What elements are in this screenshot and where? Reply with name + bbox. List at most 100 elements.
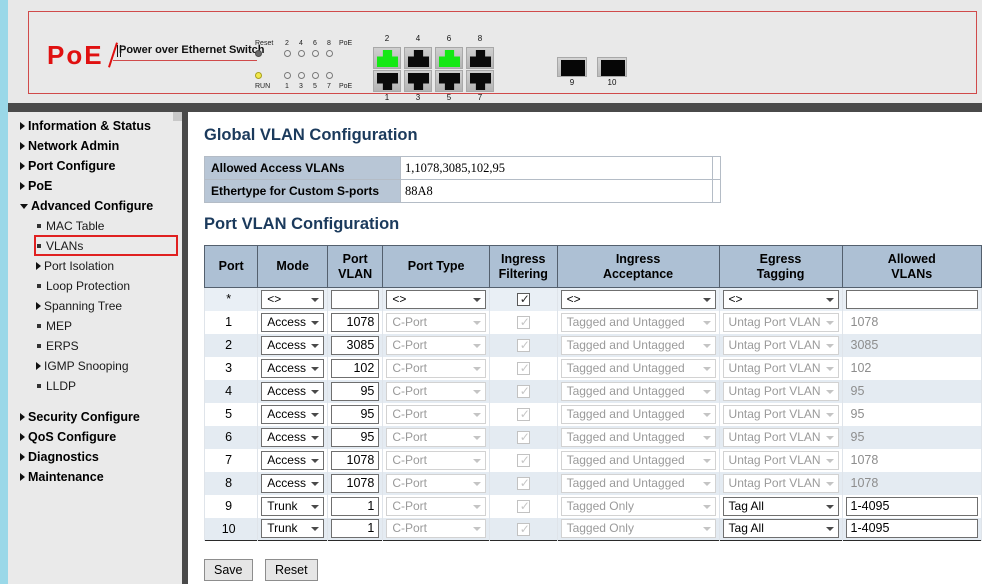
allowed-vlans-input: 95 [850,406,865,421]
allowed-vlans-input[interactable]: 1-4095 [845,496,978,516]
table-row: 4 Access 95 C-Port ✓ Tagged and Untagged Untag… [203,379,982,403]
col-header-port-vlan-line1: Port [342,251,368,266]
port-vlan-input[interactable]: 1 [331,519,380,539]
mode-select[interactable]: Access [261,381,324,401]
label-ethertype-custom-sports: Ethertype for Custom S-ports [204,179,401,203]
chevron-down-icon [311,297,319,302]
led-label-poe-top: PoE [339,40,353,47]
port-vlan-input[interactable]: 1 [331,496,380,516]
sidebar-item-advanced-configure[interactable]: Advanced Configure [8,196,182,216]
ingress-acceptance-select[interactable]: <> [560,289,716,309]
ingress-acceptance-select-value: Tagged Only [566,498,634,513]
chevron-right-icon [36,362,41,370]
port-vlan-input[interactable]: 102 [331,358,380,378]
col-header-ingress-filtering: Ingress Filtering [488,245,558,288]
led-label-bottom-3: 3 [299,83,303,90]
allowed-vlans-input[interactable] [845,289,978,309]
sidebar-item-port-configure[interactable]: Port Configure [8,156,182,176]
sidebar-item-lldp[interactable]: LLDP [8,376,182,396]
sidebar-item-vlans[interactable]: VLANs [8,236,182,256]
col-header-allowed-vlans-line2: VLANs [891,266,933,281]
ethertype-custom-sports-input[interactable] [401,180,712,202]
egress-tagging-select[interactable]: Tag All [722,519,839,539]
led-port-1 [284,72,291,79]
chevron-down-icon [472,297,481,302]
sidebar-item-label: PoE [28,179,53,193]
allowed-access-vlans-input[interactable] [401,157,712,179]
sidebar-item-network-admin[interactable]: Network Admin [8,136,182,156]
col-header-allowed-vlans: Allowed VLANs [841,245,982,288]
chevron-down-icon [311,366,319,371]
chevron-down-icon [702,389,711,394]
sidebar-item-diagnostics[interactable]: Diagnostics [8,447,182,467]
sidebar-item-maintenance[interactable]: Maintenance [8,467,182,487]
poe-tagline-underline [113,60,257,61]
port-vlan-input[interactable] [331,289,380,309]
save-button[interactable]: Save [204,559,253,581]
sidebar-item-spanning-tree[interactable]: Spanning Tree [8,296,182,316]
mode-select[interactable]: Access [261,335,324,355]
egress-tagging-select[interactable]: <> [722,289,839,309]
uplink-hole-icon [601,60,625,76]
port-number-7: 7 [477,93,483,102]
sidebar-item-qos-configure[interactable]: QoS Configure [8,427,182,447]
mode-select[interactable]: Access [261,427,324,447]
ingress-acceptance-select: Tagged and Untagged [560,312,716,332]
mode-select[interactable]: Access [261,473,324,493]
reset-button-led [255,50,262,57]
mode-select[interactable]: Trunk [261,519,324,539]
ingress-filtering-checkbox: ✓ [516,408,530,422]
port-vlan-input[interactable]: 3085 [331,335,380,355]
table-row: 5 Access 95 C-Port ✓ Tagged and Untagged Untag… [203,402,982,426]
port-vlan-input[interactable]: 1078 [331,450,380,470]
sidebar-item-security-configure[interactable]: Security Configure [8,407,182,427]
ingress-filtering-checkbox: ✓ [516,431,530,445]
sidebar-item-label: Spanning Tree [44,299,123,313]
run-status-led [255,72,262,79]
ingress-filtering-checkbox[interactable]: ✓ [516,293,530,307]
mode-select[interactable]: Access [261,358,324,378]
port-type-select: C-Port [386,496,486,516]
port-vlan-input[interactable]: 1078 [331,312,380,332]
led-label-reset: Reset [255,40,274,47]
sidebar-item-poe[interactable]: PoE [8,176,182,196]
chevron-down-icon [825,527,834,532]
port-type-select[interactable]: <> [386,289,486,309]
port-type-select-value: C-Port [392,383,428,398]
reset-button[interactable]: Reset [264,559,318,581]
chevron-down-icon [311,412,319,417]
ingress-acceptance-select: Tagged Only [560,519,716,539]
chevron-down-icon [825,481,834,486]
egress-tagging-select[interactable]: Tag All [722,496,839,516]
ingress-filtering-checkbox: ✓ [516,522,530,536]
chevron-down-icon [472,366,481,371]
chevron-down-icon [311,481,319,486]
allowed-vlans-input[interactable]: 1-4095 [845,519,978,539]
sidebar-item-mac-table[interactable]: MAC Table [8,216,182,236]
mode-select[interactable]: Trunk [261,496,324,516]
sidebar-item-label: ERPS [46,339,79,353]
mode-select[interactable]: <> [261,289,324,309]
sidebar-item-igmp-snooping[interactable]: IGMP Snooping [8,356,182,376]
port-vlan-input[interactable]: 1078 [331,473,380,493]
rj45-jack-7 [466,70,494,92]
bullet-icon [37,344,41,348]
chevron-right-icon [20,142,25,150]
sidebar-item-loop-protection[interactable]: Loop Protection [8,276,182,296]
ingress-filtering-checkbox: ✓ [516,362,530,376]
port-vlan-input[interactable]: 95 [331,404,380,424]
mode-select[interactable]: Access [261,404,324,424]
header-divider [8,103,982,112]
port-vlan-input[interactable]: 95 [331,381,380,401]
sidebar-item-port-isolation[interactable]: Port Isolation [8,256,182,276]
sidebar-item-erps[interactable]: ERPS [8,336,182,356]
port-vlan-input[interactable]: 95 [331,427,380,447]
checkmark-icon: ✓ [519,338,530,353]
mode-select[interactable]: Access [261,450,324,470]
mode-select[interactable]: Access [261,312,324,332]
port-type-select-value: C-Port [392,406,428,421]
table-row-all-ports: * <> <> ✓ <> <> [203,287,982,311]
sidebar-item-mep[interactable]: MEP [8,316,182,336]
sidebar-item-information-status[interactable]: Information & Status [8,116,182,136]
sidebar-item-label: Maintenance [28,470,104,484]
